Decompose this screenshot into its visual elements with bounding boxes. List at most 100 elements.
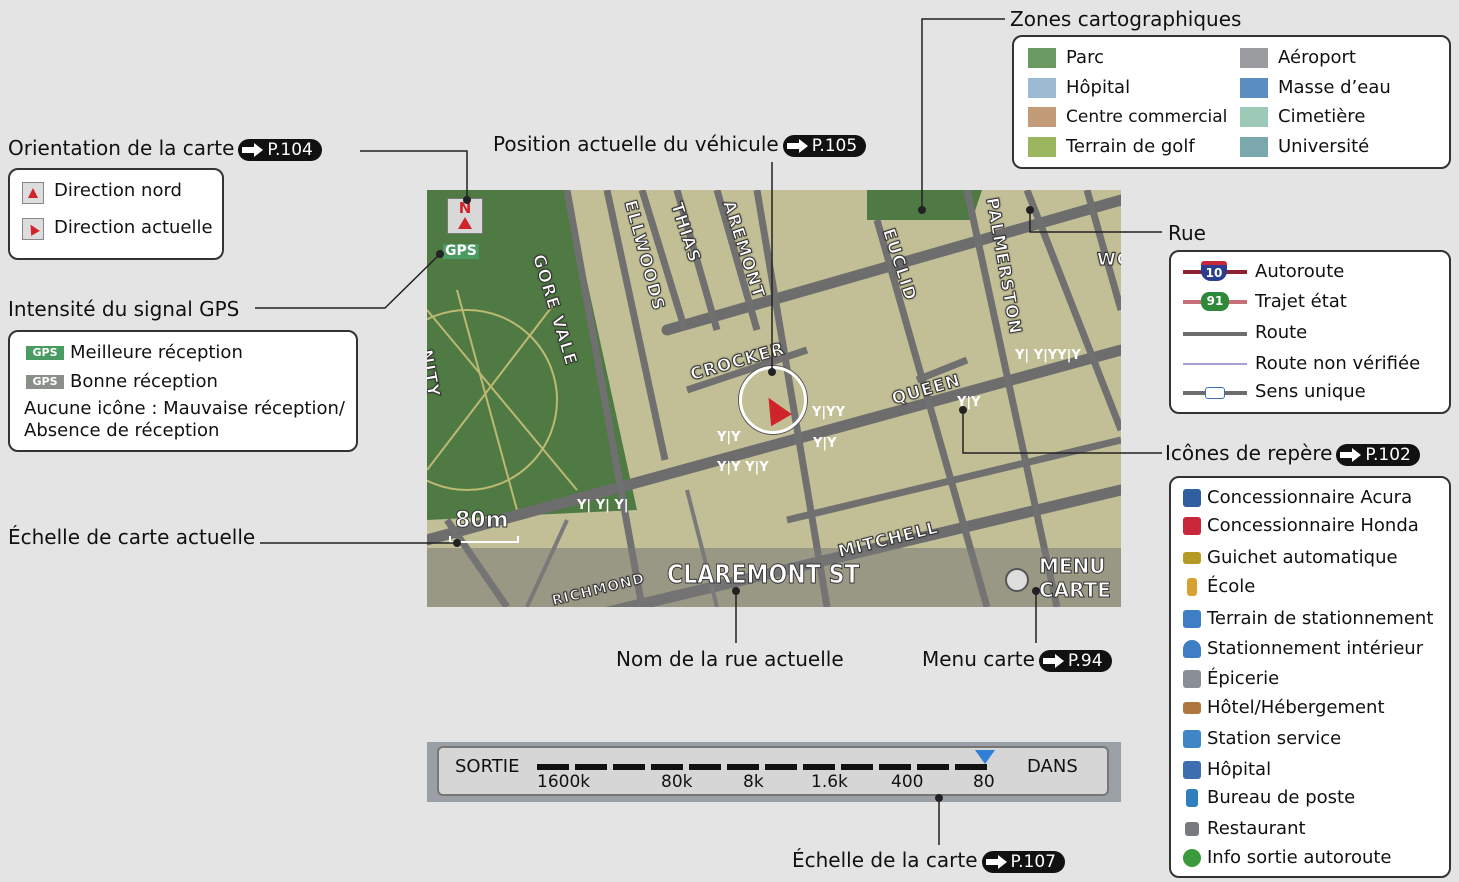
scale-tick: 400 [891,772,924,792]
list-item: Hôpital [1183,759,1271,781]
zone-swatch [1028,137,1056,157]
current-street-name: CLAREMONT ST [667,560,860,591]
honda-icon [1183,517,1201,535]
rue-label: Sens unique [1255,381,1366,402]
gps-none-line1: Aucune icône : Mauvaise réception/ [24,398,345,419]
list-item: Station service [1183,728,1341,750]
rue-label: Autoroute [1255,261,1345,282]
list-item: Épicerie [1183,668,1279,690]
zone-label: Parc [1066,47,1104,68]
orientation-label: Direction nord [54,180,182,201]
indoor-parking-icon [1183,640,1201,658]
interstate-shield-icon: 10 [1201,261,1227,281]
orientation-legend: Direction nord Direction actuelle [8,168,224,260]
zone-swatch [1240,107,1268,127]
list-item: Info sortie autoroute [1183,847,1392,869]
scale-title: Échelle de carte actuelle [8,525,256,549]
zone-label: Terrain de golf [1066,136,1195,157]
joystick-icon [1005,568,1029,592]
hotel-icon [1183,702,1201,714]
parking-icon [1183,610,1201,628]
compass-north-icon[interactable]: N [447,198,483,234]
arrow-right-icon [1042,653,1065,668]
map-scale-bar [449,536,519,543]
heading-up-icon [22,218,44,240]
page-ref-p94[interactable]: P.94 [1038,649,1112,672]
restaurant-icon: Y| Y|YY|Y [1015,348,1081,363]
orientation-label: Direction actuelle [54,217,213,238]
zone-label: Université [1278,136,1370,157]
list-item: Concessionnaire Honda [1183,515,1419,537]
list-item: Restaurant [1183,818,1306,840]
restaurant-icon: Y| Y| Y| [577,498,629,513]
list-item: Terrain de stationnement [1183,608,1433,630]
scale-segments [537,764,989,770]
list-item: Concessionnaire Acura [1183,487,1412,509]
north-up-icon [22,182,44,204]
gps-best-item: GPS Meilleure réception [26,342,243,364]
zone-label: Centre commercial [1066,107,1228,127]
scale-tick: 80k [661,772,693,792]
post-office-icon [1186,789,1198,807]
street-name-title: Nom de la rue actuelle [616,647,844,671]
page-ref-p104[interactable]: P.104 [238,138,322,161]
zone-swatch [1240,48,1268,68]
street-label-wo: WO [1096,250,1121,271]
state-shield-icon: 91 [1201,292,1229,311]
page-ref-p105[interactable]: P.105 [782,134,867,157]
landmark-legend: Concessionnaire Acura Concessionnaire Ho… [1169,476,1451,878]
one-way-arrow-icon [1205,387,1225,399]
grocery-icon [1183,670,1201,688]
zone-label: Aéroport [1278,47,1356,68]
rue-label: Route [1255,322,1308,343]
gas-station-icon [1183,730,1201,748]
zones-legend: Parc Aéroport Hôpital Masse d’eau Centre… [1012,35,1451,169]
restaurant-icon: Y|Y [717,430,741,445]
gps-title: Intensité du signal GPS [8,297,240,321]
gps-legend: GPS Meilleure réception GPS Bonne réceptio… [8,330,358,452]
map-scale-title: Échelle de la carte P.107 [792,848,1066,873]
arrow-right-icon [1340,447,1362,462]
restaurant-icon: Y|Y [957,395,981,410]
acura-icon [1183,489,1201,507]
vehicle-title: Position actuelle du véhicule P.105 [493,132,867,157]
gps-none-line2: Absence de réception [24,420,220,441]
zones-title: Zones cartographiques [1010,7,1242,31]
scale-tick: 1600k [537,772,591,792]
scale-tick: 8k [743,772,764,792]
zone-swatch [1240,137,1268,157]
gps-good-item: GPS Bonne réception [26,371,218,393]
unverified-road-line [1183,363,1247,365]
school-icon [1187,578,1197,596]
map-view[interactable]: GORE VALE ELLWOODS THIAS AREMONT EUCLID … [427,190,1121,607]
gps-good-icon: GPS [26,375,64,389]
zone-swatch [1028,48,1056,68]
map-menu-button[interactable]: MENU CARTE [1005,554,1117,603]
scale-pointer-icon [975,750,995,764]
zone-swatch [1240,78,1268,98]
restaurant-icon: Y|YY [812,405,845,420]
atm-icon [1183,552,1201,564]
gps-best-icon: GPS [26,346,64,360]
rue-legend: 10 Autoroute 91 Trajet état Route Route … [1169,250,1451,414]
page-ref-p102[interactable]: P.102 [1336,443,1420,466]
page-ref-p107[interactable]: P.107 [981,850,1066,873]
list-item: Stationnement intérieur [1183,638,1423,660]
zone-label: Hôpital [1066,77,1131,98]
scale-in-label: DANS [1027,756,1078,777]
restaurant-icon: Y|Y Y|Y [717,460,769,475]
list-item: École [1183,576,1255,598]
map-scale-label: 80m [455,508,510,534]
map-menu-title: Menu carte P.94 [922,647,1112,672]
exit-info-icon [1183,849,1201,867]
scale-bar-panel[interactable]: SORTIE DANS 1600k 80k 8k 1.6k 400 80 [427,742,1121,802]
landmark-title: Icônes de repère P.102 [1165,441,1420,466]
restaurant-icon [1185,822,1199,836]
road-line [1183,332,1247,336]
scale-out-label: SORTIE [455,756,520,777]
scale-tick: 1.6k [811,772,848,792]
zone-swatch [1028,78,1056,98]
list-item: Hôtel/Hébergement [1183,697,1385,719]
zone-label: Cimetière [1278,106,1366,127]
orientation-title: Orientation de la carte P.104 [8,136,322,161]
